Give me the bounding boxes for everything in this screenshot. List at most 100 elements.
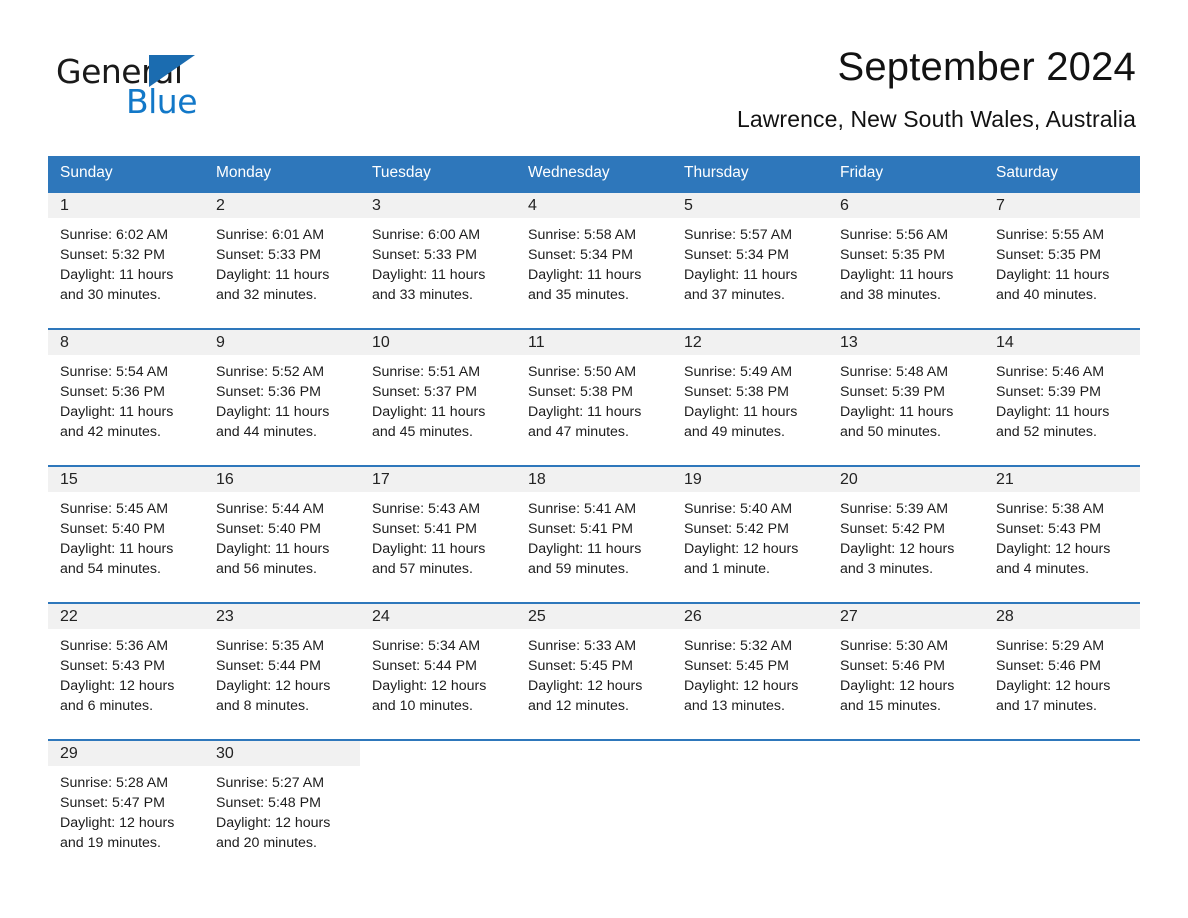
calendar-day-cell[interactable]: 11 Sunrise: 5:50 AM Sunset: 5:38 PM Dayligh… xyxy=(516,328,672,466)
sunset-text: Sunset: 5:42 PM xyxy=(684,521,789,537)
calendar-day-cell[interactable]: 8 Sunrise: 5:54 AM Sunset: 5:36 PM Daylight… xyxy=(48,328,204,466)
day-number: 19 xyxy=(672,467,828,492)
day-details: Sunrise: 5:56 AM Sunset: 5:35 PM Daylight:… xyxy=(828,218,984,305)
calendar-day-cell[interactable]: 15 Sunrise: 5:45 AM Sunset: 5:40 PM Dayligh… xyxy=(48,465,204,603)
day-details: Sunrise: 5:28 AM Sunset: 5:47 PM Daylight:… xyxy=(48,766,204,853)
sunset-text: Sunset: 5:35 PM xyxy=(996,247,1101,263)
day-number: 20 xyxy=(828,467,984,492)
day-number: 30 xyxy=(204,741,360,766)
sunrise-text: Sunrise: 5:54 AM xyxy=(60,364,169,380)
calendar-cell-empty xyxy=(516,739,672,876)
day-details: Sunrise: 5:41 AM Sunset: 5:41 PM Daylight:… xyxy=(516,492,672,579)
day-details: Sunrise: 5:43 AM Sunset: 5:41 PM Daylight:… xyxy=(360,492,516,579)
calendar-day-cell[interactable]: 12 Sunrise: 5:49 AM Sunset: 5:38 PM Dayligh… xyxy=(672,328,828,466)
day-number: 22 xyxy=(48,604,204,629)
day-number: 23 xyxy=(204,604,360,629)
calendar-day-cell[interactable]: 28 Sunrise: 5:29 AM Sunset: 5:46 PM Dayligh… xyxy=(984,602,1140,740)
day-number: 9 xyxy=(204,330,360,355)
sunset-text: Sunset: 5:45 PM xyxy=(684,658,789,674)
daylight-text-line2: and 57 minutes. xyxy=(372,561,473,577)
daylight-text-line2: and 33 minutes. xyxy=(372,287,473,303)
calendar-day-cell[interactable]: 2 Sunrise: 6:01 AM Sunset: 5:33 PM Daylight… xyxy=(204,191,360,329)
daylight-text-line1: Daylight: 11 hours xyxy=(372,541,486,557)
day-details: Sunrise: 5:58 AM Sunset: 5:34 PM Daylight:… xyxy=(516,218,672,305)
sunrise-text: Sunrise: 5:49 AM xyxy=(684,364,793,380)
calendar-day-cell[interactable]: 7 Sunrise: 5:55 AM Sunset: 5:35 PM Daylight… xyxy=(984,191,1140,329)
calendar-cell-empty xyxy=(360,739,516,876)
day-details: Sunrise: 5:39 AM Sunset: 5:42 PM Daylight:… xyxy=(828,492,984,579)
sunrise-text: Sunrise: 5:44 AM xyxy=(216,501,325,517)
sunset-text: Sunset: 5:35 PM xyxy=(840,247,945,263)
sunset-text: Sunset: 5:46 PM xyxy=(840,658,945,674)
sunrise-text: Sunrise: 5:52 AM xyxy=(216,364,325,380)
sunrise-text: Sunrise: 5:38 AM xyxy=(996,501,1105,517)
calendar-day-cell[interactable]: 18 Sunrise: 5:41 AM Sunset: 5:41 PM Dayligh… xyxy=(516,465,672,603)
calendar-day-cell[interactable]: 25 Sunrise: 5:33 AM Sunset: 5:45 PM Dayligh… xyxy=(516,602,672,740)
sunrise-text: Sunrise: 5:40 AM xyxy=(684,501,793,517)
daylight-text-line2: and 12 minutes. xyxy=(528,698,629,714)
calendar-day-cell[interactable]: 27 Sunrise: 5:30 AM Sunset: 5:46 PM Dayligh… xyxy=(828,602,984,740)
day-number: 13 xyxy=(828,330,984,355)
daylight-text-line2: and 3 minutes. xyxy=(840,561,934,577)
daylight-text-line2: and 49 minutes. xyxy=(684,424,785,440)
daylight-text-line1: Daylight: 11 hours xyxy=(60,541,174,557)
calendar-day-cell[interactable]: 5 Sunrise: 5:57 AM Sunset: 5:34 PM Daylight… xyxy=(672,191,828,329)
day-details: Sunrise: 5:50 AM Sunset: 5:38 PM Daylight:… xyxy=(516,355,672,442)
calendar-day-cell[interactable]: 26 Sunrise: 5:32 AM Sunset: 5:45 PM Dayligh… xyxy=(672,602,828,740)
calendar-day-cell[interactable]: 17 Sunrise: 5:43 AM Sunset: 5:41 PM Dayligh… xyxy=(360,465,516,603)
daylight-text-line1: Daylight: 11 hours xyxy=(372,267,486,283)
sunset-text: Sunset: 5:32 PM xyxy=(60,247,165,263)
day-number: 25 xyxy=(516,604,672,629)
weekday-header-row: Sunday Monday Tuesday Wednesday Thursday… xyxy=(48,156,1140,192)
day-details: Sunrise: 5:51 AM Sunset: 5:37 PM Daylight:… xyxy=(360,355,516,442)
calendar-day-cell[interactable]: 20 Sunrise: 5:39 AM Sunset: 5:42 PM Dayligh… xyxy=(828,465,984,603)
daylight-text-line1: Daylight: 11 hours xyxy=(996,267,1110,283)
calendar-week-row: 1 Sunrise: 6:02 AM Sunset: 5:32 PM Daylight… xyxy=(48,191,1140,329)
sunset-text: Sunset: 5:43 PM xyxy=(996,521,1101,537)
calendar-day-cell[interactable]: 1 Sunrise: 6:02 AM Sunset: 5:32 PM Daylight… xyxy=(48,191,204,329)
sunset-text: Sunset: 5:46 PM xyxy=(996,658,1101,674)
day-number: 6 xyxy=(828,193,984,218)
day-details: Sunrise: 5:40 AM Sunset: 5:42 PM Daylight:… xyxy=(672,492,828,579)
calendar-day-cell[interactable]: 9 Sunrise: 5:52 AM Sunset: 5:36 PM Daylight… xyxy=(204,328,360,466)
day-details: Sunrise: 5:55 AM Sunset: 5:35 PM Daylight:… xyxy=(984,218,1140,305)
calendar-day-cell[interactable]: 14 Sunrise: 5:46 AM Sunset: 5:39 PM Dayligh… xyxy=(984,328,1140,466)
calendar-day-cell[interactable]: 24 Sunrise: 5:34 AM Sunset: 5:44 PM Dayligh… xyxy=(360,602,516,740)
calendar-day-cell[interactable]: 10 Sunrise: 5:51 AM Sunset: 5:37 PM Dayligh… xyxy=(360,328,516,466)
calendar-day-cell[interactable]: 22 Sunrise: 5:36 AM Sunset: 5:43 PM Dayligh… xyxy=(48,602,204,740)
day-number: 26 xyxy=(672,604,828,629)
day-number: 17 xyxy=(360,467,516,492)
sunrise-text: Sunrise: 5:48 AM xyxy=(840,364,949,380)
sunset-text: Sunset: 5:44 PM xyxy=(216,658,321,674)
day-number: 21 xyxy=(984,467,1140,492)
calendar-day-cell[interactable]: 19 Sunrise: 5:40 AM Sunset: 5:42 PM Dayligh… xyxy=(672,465,828,603)
calendar-day-cell[interactable]: 4 Sunrise: 5:58 AM Sunset: 5:34 PM Daylight… xyxy=(516,191,672,329)
day-details: Sunrise: 5:29 AM Sunset: 5:46 PM Daylight:… xyxy=(984,629,1140,716)
sunrise-text: Sunrise: 5:36 AM xyxy=(60,638,169,654)
calendar-day-cell[interactable]: 3 Sunrise: 6:00 AM Sunset: 5:33 PM Daylight… xyxy=(360,191,516,329)
calendar-day-cell[interactable]: 16 Sunrise: 5:44 AM Sunset: 5:40 PM Dayligh… xyxy=(204,465,360,603)
day-details: Sunrise: 5:30 AM Sunset: 5:46 PM Daylight:… xyxy=(828,629,984,716)
daylight-text-line1: Daylight: 12 hours xyxy=(684,541,799,557)
sunset-text: Sunset: 5:41 PM xyxy=(528,521,633,537)
calendar-day-cell[interactable]: 23 Sunrise: 5:35 AM Sunset: 5:44 PM Dayligh… xyxy=(204,602,360,740)
day-details: Sunrise: 5:27 AM Sunset: 5:48 PM Daylight:… xyxy=(204,766,360,853)
calendar-day-cell[interactable]: 30 Sunrise: 5:27 AM Sunset: 5:48 PM Dayligh… xyxy=(204,739,360,876)
daylight-text-line2: and 45 minutes. xyxy=(372,424,473,440)
page-header: General Blue September 2024 Lawrence, Ne… xyxy=(48,0,1140,133)
day-number: 12 xyxy=(672,330,828,355)
daylight-text-line1: Daylight: 12 hours xyxy=(216,678,331,694)
generalblue-logo[interactable]: General Blue xyxy=(48,44,248,121)
sunrise-text: Sunrise: 5:56 AM xyxy=(840,227,949,243)
calendar-day-cell[interactable]: 21 Sunrise: 5:38 AM Sunset: 5:43 PM Dayligh… xyxy=(984,465,1140,603)
sunset-text: Sunset: 5:42 PM xyxy=(840,521,945,537)
calendar-day-cell[interactable]: 29 Sunrise: 5:28 AM Sunset: 5:47 PM Dayligh… xyxy=(48,739,204,876)
daylight-text-line1: Daylight: 12 hours xyxy=(60,815,175,831)
daylight-text-line1: Daylight: 12 hours xyxy=(840,541,955,557)
day-details: Sunrise: 5:57 AM Sunset: 5:34 PM Daylight:… xyxy=(672,218,828,305)
calendar-week-row: 8 Sunrise: 5:54 AM Sunset: 5:36 PM Daylight… xyxy=(48,328,1140,466)
calendar-day-cell[interactable]: 6 Sunrise: 5:56 AM Sunset: 5:35 PM Daylight… xyxy=(828,191,984,329)
calendar-page: General Blue September 2024 Lawrence, Ne… xyxy=(0,0,1188,918)
calendar-day-cell[interactable]: 13 Sunrise: 5:48 AM Sunset: 5:39 PM Dayligh… xyxy=(828,328,984,466)
weekday-header-monday: Monday xyxy=(204,156,360,192)
